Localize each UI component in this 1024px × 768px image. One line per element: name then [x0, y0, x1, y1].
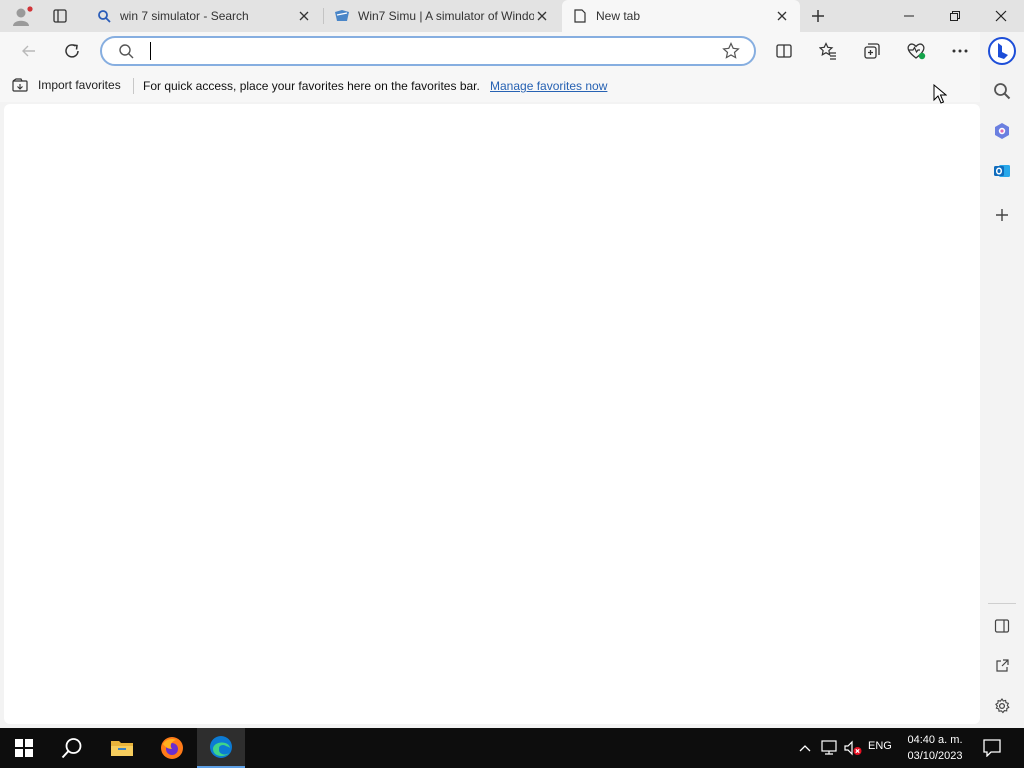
edge-button[interactable] [197, 728, 245, 768]
sidebar-add-button[interactable] [987, 200, 1017, 230]
folder-icon [111, 741, 133, 756]
tab-actions-icon [53, 9, 67, 23]
sidebar-separator [988, 603, 1016, 604]
notifications-button[interactable] [980, 736, 1004, 760]
import-icon [12, 78, 30, 92]
search-icon [994, 83, 1011, 100]
tab-title: win 7 simulator - Search [120, 9, 249, 23]
new-tab-button[interactable] [806, 4, 830, 28]
plus-icon [996, 209, 1008, 221]
notification-icon [983, 739, 1001, 757]
tools-icon [995, 123, 1009, 139]
sidebar-tools-button[interactable] [987, 116, 1017, 146]
settings-more-button[interactable] [945, 36, 975, 66]
sidebar-settings-button[interactable] [987, 691, 1017, 721]
page-icon [572, 8, 588, 24]
site-favicon-icon [334, 8, 350, 24]
arrow-left-icon [22, 45, 35, 57]
page-content [4, 104, 980, 724]
outlook-icon [994, 165, 1010, 177]
tab-title: Win7 Simu | A simulator of Windows 7 [358, 9, 534, 23]
add-favorite-star-icon[interactable] [722, 42, 740, 63]
chevron-up-icon [799, 745, 811, 752]
refresh-button[interactable] [57, 36, 87, 66]
text-caret [150, 42, 151, 60]
import-favorites-label: Import favorites [38, 78, 121, 92]
close-tab-icon[interactable] [296, 8, 312, 24]
minimize-button[interactable] [886, 0, 932, 32]
clock-time: 04:40 a. m. [907, 734, 963, 746]
tab-new-tab[interactable]: New tab [562, 0, 800, 32]
sidebar [980, 32, 1024, 728]
profile-button[interactable] [6, 2, 38, 30]
file-explorer-button[interactable] [98, 728, 146, 768]
address-bar[interactable] [100, 36, 756, 66]
favorites-separator [133, 78, 134, 94]
tab-strip: win 7 simulator - Search Win7 Simu | A s… [0, 0, 1024, 32]
start-button[interactable] [0, 728, 48, 768]
search-icon [96, 8, 112, 24]
favorites-icon [819, 42, 836, 60]
input-language[interactable]: ENG [868, 740, 892, 752]
profile-icon [13, 6, 33, 26]
network-tray-button[interactable] [818, 736, 840, 760]
tab-search[interactable]: win 7 simulator - Search [86, 0, 322, 32]
address-input[interactable] [148, 42, 708, 60]
browser-essentials-button[interactable] [901, 36, 931, 66]
bing-icon [988, 37, 1016, 65]
close-window-button[interactable] [978, 0, 1024, 32]
tab-title: New tab [596, 9, 641, 23]
sidebar-panel-icon [994, 619, 1010, 633]
edge-icon [210, 736, 232, 758]
favorites-bar-message: For quick access, place your favorites h… [143, 79, 480, 93]
import-favorites-button[interactable]: Import favorites [12, 78, 121, 92]
sidebar-outlook-button[interactable] [987, 156, 1017, 186]
gear-icon [995, 698, 1010, 714]
bing-copilot-button[interactable] [987, 36, 1017, 66]
more-icon [952, 49, 968, 53]
restore-button[interactable] [932, 0, 978, 32]
close-icon [995, 10, 1007, 22]
manage-favorites-link[interactable]: Manage favorites now [490, 79, 607, 93]
clock[interactable]: 04:40 a. m. 03/10/2023 [902, 732, 968, 764]
taskbar: ENG 04:40 a. m. 03/10/2023 [0, 728, 1024, 768]
firefox-button[interactable] [148, 728, 196, 768]
restore-icon [950, 11, 960, 21]
taskbar-search-button[interactable] [48, 728, 96, 768]
tab-actions-button[interactable] [46, 4, 74, 28]
search-icon [118, 43, 134, 62]
windows-logo-icon [15, 739, 33, 757]
search-icon [61, 738, 82, 759]
volume-tray-button[interactable] [842, 736, 864, 760]
collections-button[interactable] [857, 36, 887, 66]
hide-sidebar-button[interactable] [987, 611, 1017, 641]
collections-icon [864, 43, 880, 59]
firefox-icon [161, 737, 183, 759]
external-link-button[interactable] [987, 651, 1017, 681]
split-screen-icon [776, 44, 792, 58]
favorites-bar: Import favorites For quick access, place… [0, 70, 980, 102]
minimize-icon [904, 15, 914, 17]
clock-date: 03/10/2023 [907, 750, 963, 762]
external-link-icon [996, 659, 1009, 672]
sidebar-search-button[interactable] [987, 76, 1017, 106]
plus-icon [812, 10, 824, 22]
show-hidden-icons-button[interactable] [796, 736, 814, 760]
close-tab-icon[interactable] [774, 8, 790, 24]
refresh-icon [65, 44, 79, 58]
mouse-cursor-icon [933, 84, 947, 104]
close-tab-icon[interactable] [534, 8, 550, 24]
back-button[interactable] [14, 36, 44, 66]
split-screen-button[interactable] [769, 36, 799, 66]
tab-win7simu[interactable]: Win7 Simu | A simulator of Windows 7 [324, 0, 560, 32]
volume-muted-icon [844, 740, 862, 756]
network-icon [821, 740, 837, 755]
heart-pulse-icon [907, 43, 926, 60]
favorites-button[interactable] [813, 36, 843, 66]
